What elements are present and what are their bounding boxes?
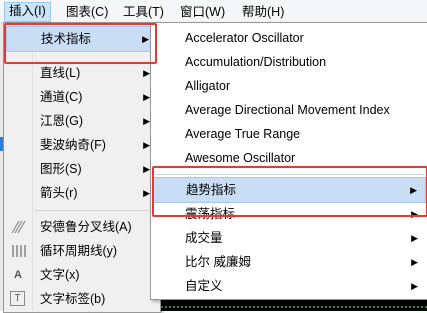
technical-indicators-submenu: Accelerator Oscillator Accumulation/Dist… <box>150 22 427 300</box>
menu-help[interactable]: 帮助(H) <box>238 3 288 21</box>
text-label-icon: T <box>10 291 25 306</box>
menu-item-label: 直线(L) <box>40 66 81 80</box>
menu-item-arrows[interactable]: 箭头(r) ▶ <box>6 181 158 205</box>
menu-item-andrews-pitchfork[interactable]: 安德鲁分叉线(A) <box>6 215 158 239</box>
menu-item-fibonacci[interactable]: 斐波纳奇(F) ▶ <box>6 133 158 157</box>
menu-item-label: 比尔 威廉姆 <box>185 255 251 269</box>
insert-dropdown-menu: 技术指标 ▶ 直线(L) ▶ 通道(C) ▶ 江恩(G) ▶ 斐波纳奇(F) ▶… <box>3 22 161 313</box>
indicator-accelerator-oscillator[interactable]: Accelerator Oscillator <box>153 26 426 50</box>
cycle-lines-icon <box>10 243 26 259</box>
menu-item-label: 江恩(G) <box>40 114 84 128</box>
text-icon: A <box>14 269 22 281</box>
menu-item-channels[interactable]: 通道(C) ▶ <box>6 85 158 109</box>
annotation-box-technical-indicators <box>4 23 157 64</box>
indicator-alligator[interactable]: Alligator <box>153 74 426 98</box>
menu-window[interactable]: 窗口(W) <box>176 3 229 21</box>
indicator-average-true-range[interactable]: Average True Range <box>153 122 426 146</box>
submenu-volumes[interactable]: 成交量 ▶ <box>153 226 426 250</box>
menu-charts[interactable]: 图表(C) <box>62 3 112 21</box>
menu-item-label: 通道(C) <box>40 90 83 104</box>
submenu-arrow-icon: ▶ <box>411 257 418 267</box>
submenu-custom[interactable]: 自定义 ▶ <box>153 274 426 298</box>
submenu-arrow-icon: ▶ <box>143 116 150 126</box>
menu-item-label: 自定义 <box>185 279 223 293</box>
menu-item-text[interactable]: A 文字标签(b) 文字(x) <box>6 263 158 287</box>
menu-item-label: 成交量 <box>185 231 223 245</box>
menu-item-lines[interactable]: 直线(L) ▶ <box>6 61 158 85</box>
submenu-arrow-icon: ▶ <box>411 233 418 243</box>
menu-separator <box>34 210 156 211</box>
submenu-arrow-icon: ▶ <box>143 164 150 174</box>
menu-item-label: 文字标签(b) <box>40 292 106 306</box>
menu-item-shapes[interactable]: 图形(S) ▶ <box>6 157 158 181</box>
submenu-arrow-icon: ▶ <box>143 188 150 198</box>
menu-item-label: Average Directional Movement Index <box>185 103 390 117</box>
menu-item-label: 循环周期线(y) <box>40 244 118 258</box>
menu-insert[interactable]: 插入(I) <box>4 2 51 22</box>
indicator-admi[interactable]: Average Directional Movement Index <box>153 98 426 122</box>
menu-item-label: 斐波纳奇(F) <box>40 138 106 152</box>
menu-item-label: 安德鲁分叉线(A) <box>40 220 132 234</box>
menu-item-label: 文字(x) <box>40 268 80 282</box>
menu-tools[interactable]: 工具(T) <box>119 3 168 21</box>
submenu-arrow-icon: ▶ <box>143 68 150 78</box>
submenu-arrow-icon: ▶ <box>143 92 150 102</box>
menu-item-label: Accumulation/Distribution <box>185 55 327 69</box>
annotation-box-trend-indicators <box>152 166 427 217</box>
menu-bar: 插入(I) 图表(C) 工具(T) 窗口(W) 帮助(H) <box>0 0 427 23</box>
menu-item-cycle-lines[interactable]: 循环周期线(y) <box>6 239 158 263</box>
submenu-arrow-icon: ▶ <box>411 281 418 291</box>
submenu-arrow-icon: ▶ <box>143 140 150 150</box>
submenu-bill-williams[interactable]: 比尔 威廉姆 ▶ <box>153 250 426 274</box>
menu-item-gann[interactable]: 江恩(G) ▶ <box>6 109 158 133</box>
menu-item-label: Alligator <box>185 79 231 93</box>
menu-item-label: Accelerator Oscillator <box>185 31 304 45</box>
menu-item-text-label[interactable]: T 文字标签(b) <box>6 287 158 311</box>
menu-item-label: Awesome Oscillator <box>185 151 296 165</box>
chart-grid-line <box>150 306 427 308</box>
andrews-pitchfork-icon <box>10 219 26 235</box>
menu-item-label: 图形(S) <box>40 162 82 176</box>
indicator-accumulation-distribution[interactable]: Accumulation/Distribution <box>153 50 426 74</box>
menu-item-label: Average True Range <box>185 127 301 141</box>
menu-item-label: 箭头(r) <box>40 186 78 200</box>
